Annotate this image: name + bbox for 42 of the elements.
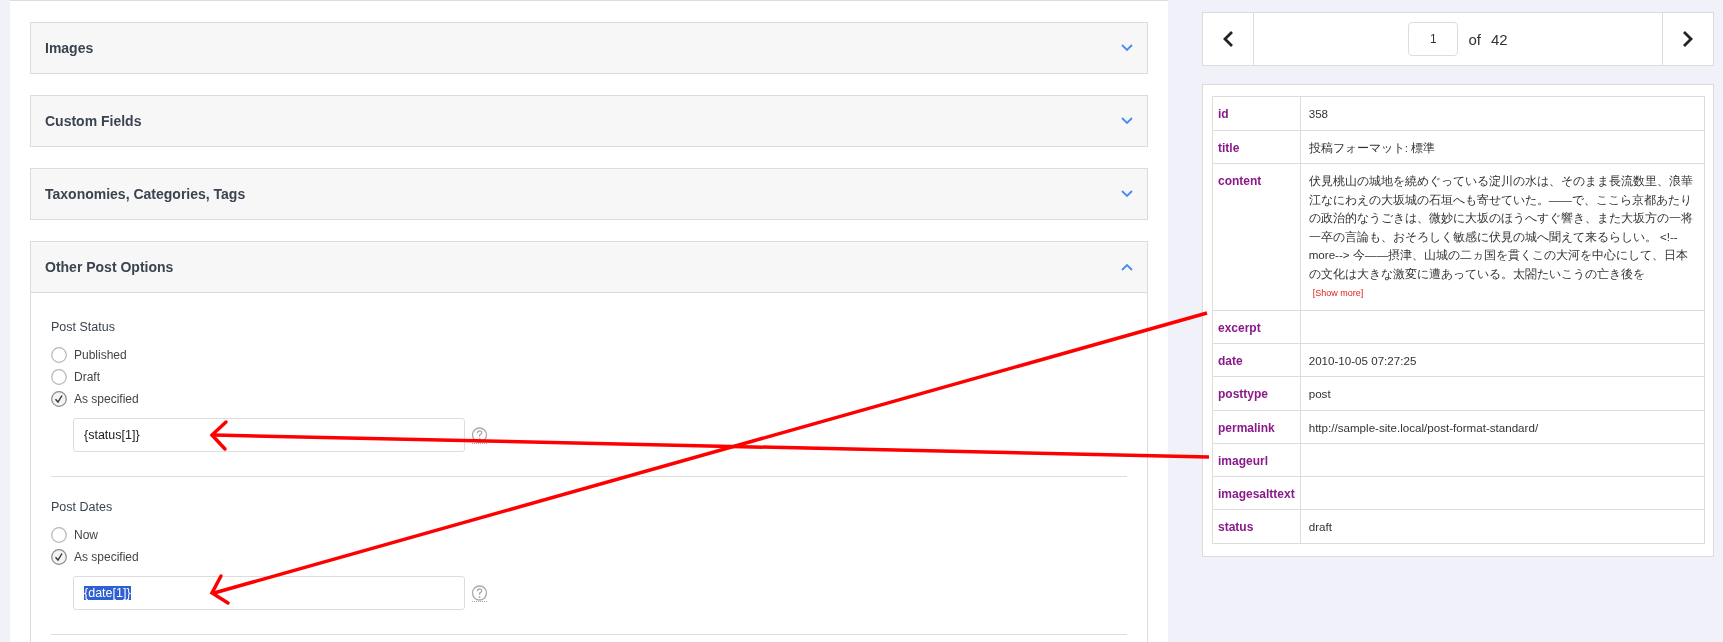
radio-option[interactable]: Published <box>51 344 1127 366</box>
radio-option[interactable]: As specified <box>51 388 1127 410</box>
page-field[interactable]: 1 <box>1408 22 1459 56</box>
radio-option[interactable]: Now <box>51 524 1127 546</box>
group-label: Post Status <box>51 320 115 334</box>
radio-option[interactable]: As specified <box>51 546 1127 568</box>
show-more-link[interactable]: [Show more] <box>1312 288 1364 298</box>
field-name: status <box>1218 520 1254 534</box>
chevron-left-icon <box>1222 30 1234 48</box>
field-name: imagesalttext <box>1218 487 1295 501</box>
chevron-up-icon <box>1121 263 1133 271</box>
field-value: 2010-10-05 07:27:25 <box>1308 353 1417 367</box>
page-count: 42 <box>1490 30 1508 48</box>
accordion-header[interactable]: Custom Fields <box>31 96 1147 146</box>
accordion-header[interactable]: Other Post Options <box>31 242 1147 293</box>
field-name: posttype <box>1218 387 1268 401</box>
field-name: id <box>1218 107 1229 121</box>
field-name: content <box>1218 174 1262 188</box>
input-field[interactable]: {date[1]} <box>73 576 465 610</box>
field-value: post <box>1308 387 1331 400</box>
chevron-right-icon <box>1682 30 1694 48</box>
accordion-header[interactable]: Taxonomies, Categories, Tags <box>31 169 1147 219</box>
field-name: title <box>1218 140 1240 155</box>
field-value: http://sample-site.local/post-format-standard/ <box>1308 420 1539 434</box>
field-value: 伏見桃山の城地を繞めぐっている淀川の水は、そのまま長流数里、浪華江なにわえの大坂城の石垣へも寄せていた。――で、ここら京都あたりの政治的なうごきは、微妙に大坂のほうへすぐ響き、また大坂方の一将一卒の言論も、おそろしく敏感に伏見の城へ聞えて来るらしい。 <!--more--> 今――摂津、山城の二ヵ国を貫くこの大河を中心にして、日本の文化は大きな激変に遭あっている。太閤たいこうの亡き後を [Show more] <box>1308 174 1693 298</box>
accordion-header[interactable]: Images <box>31 23 1147 73</box>
field-value: draft <box>1308 520 1332 533</box>
group-label: Post Dates <box>51 500 113 514</box>
help-icon[interactable] <box>471 426 488 444</box>
field-name: excerpt <box>1218 320 1261 335</box>
field-name: imageurl <box>1218 454 1268 468</box>
input-field[interactable]: {status[1]} <box>73 418 465 452</box>
field-name: date <box>1218 353 1243 368</box>
field-value: 358 <box>1308 107 1329 120</box>
field-name: permalink <box>1218 420 1275 435</box>
chevron-down-icon <box>1121 190 1133 198</box>
of-label: of <box>1468 30 1481 48</box>
chevron-down-icon <box>1121 44 1133 52</box>
radio-option[interactable]: Draft <box>51 366 1127 388</box>
chevron-down-icon <box>1121 117 1133 125</box>
help-icon[interactable] <box>471 584 488 602</box>
field-value: 投稿フォーマット: 標準 <box>1308 140 1436 154</box>
